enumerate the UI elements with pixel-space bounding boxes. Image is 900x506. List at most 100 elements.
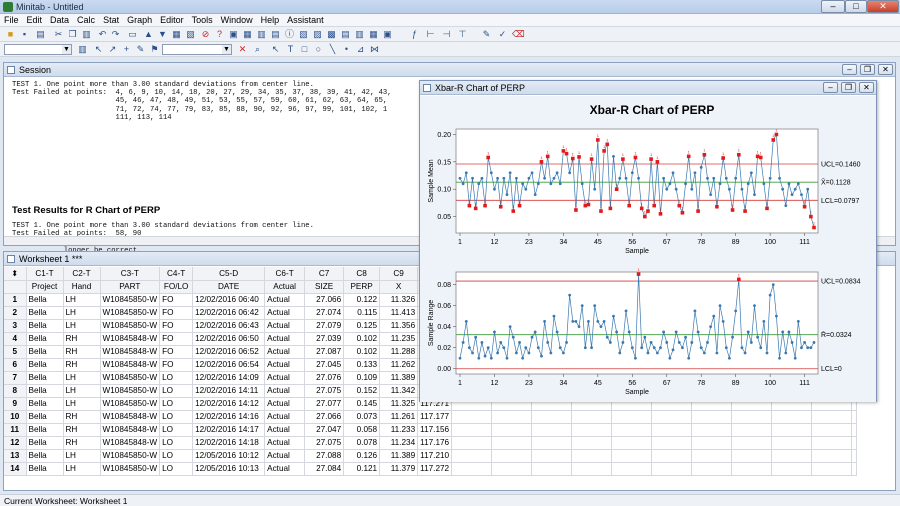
empty-cell[interactable]: [691, 436, 733, 450]
menu-stat[interactable]: Stat: [99, 14, 123, 25]
failed-point[interactable]: [765, 206, 769, 211]
menu-window[interactable]: Window: [217, 14, 257, 25]
failed-point[interactable]: [498, 204, 503, 209]
data-point[interactable]: [561, 351, 565, 355]
rectangle-tool-icon[interactable]: □: [299, 44, 310, 55]
data-point[interactable]: [684, 182, 687, 186]
cancel-icon[interactable]: ⊘: [200, 29, 211, 40]
session-window-icon[interactable]: ▣: [228, 29, 239, 40]
table-cell[interactable]: LH: [63, 384, 101, 398]
empty-cell[interactable]: [611, 462, 653, 476]
table-cell[interactable]: 12/02/2016 14:16: [192, 410, 266, 424]
table-cell[interactable]: 11.325: [379, 397, 419, 411]
data-point[interactable]: [549, 351, 553, 355]
data-point[interactable]: [781, 330, 785, 334]
data-point[interactable]: [693, 171, 697, 175]
arrow-tool-icon[interactable]: ↖: [270, 44, 281, 55]
empty-cell[interactable]: [691, 462, 733, 476]
table-cell[interactable]: Actual: [264, 384, 306, 398]
data-point[interactable]: [493, 187, 496, 191]
empty-cell[interactable]: [571, 423, 613, 437]
constants-icon[interactable]: ▦: [368, 29, 379, 40]
table-cell[interactable]: Actual: [264, 371, 306, 385]
data-point[interactable]: [702, 351, 706, 355]
table-cell[interactable]: 117.176: [417, 436, 453, 450]
data-point[interactable]: [521, 356, 525, 360]
empty-cell[interactable]: [491, 449, 533, 463]
data-point[interactable]: [612, 314, 615, 318]
empty-cell[interactable]: [611, 436, 653, 450]
data-point[interactable]: [530, 335, 534, 339]
table-cell[interactable]: 117.156: [417, 423, 453, 437]
data-point[interactable]: [536, 346, 540, 350]
failed-point[interactable]: [608, 206, 613, 211]
data-point[interactable]: [568, 171, 572, 175]
table-cell[interactable]: Bella: [26, 293, 64, 307]
table-cell[interactable]: LO: [159, 371, 194, 385]
data-point[interactable]: [496, 176, 499, 180]
table-cell[interactable]: 11.288: [379, 345, 419, 359]
menu-assistant[interactable]: Assistant: [283, 14, 328, 25]
toggle-icon[interactable]: ▥: [77, 44, 88, 55]
session-restore-button[interactable]: ❐: [860, 64, 875, 75]
data-point[interactable]: [790, 341, 794, 344]
row-number[interactable]: 12: [4, 436, 27, 450]
empty-cell[interactable]: [851, 449, 858, 463]
zoom-icon[interactable]: ⌕: [252, 44, 263, 55]
data-point[interactable]: [496, 351, 499, 355]
data-point[interactable]: [552, 176, 556, 180]
data-point[interactable]: [577, 325, 581, 329]
minimize-button[interactable]: –: [821, 0, 845, 13]
data-point[interactable]: [652, 346, 656, 350]
data-point[interactable]: [809, 346, 813, 350]
marker-tool-icon[interactable]: •: [341, 44, 352, 55]
table-cell[interactable]: Actual: [264, 319, 306, 333]
pencil-icon[interactable]: ✎: [135, 44, 146, 55]
empty-cell[interactable]: [451, 410, 493, 424]
table-cell[interactable]: 27.079: [304, 319, 345, 333]
table-cell[interactable]: W10845848-W: [100, 423, 161, 437]
empty-cell[interactable]: [491, 462, 533, 476]
row-number[interactable]: 3: [4, 319, 27, 333]
data-point[interactable]: [558, 182, 562, 186]
column-name[interactable]: FO/LO: [159, 280, 194, 294]
data-point[interactable]: [474, 335, 478, 339]
data-point[interactable]: [775, 314, 778, 318]
table-cell[interactable]: LO: [159, 410, 194, 424]
failed-point[interactable]: [686, 154, 691, 159]
polygon-tool-icon[interactable]: ⊿: [355, 44, 366, 55]
table-cell[interactable]: FO: [159, 332, 194, 346]
table-cell[interactable]: LH: [63, 397, 101, 411]
table-cell[interactable]: 11.342: [379, 384, 419, 398]
empty-cell[interactable]: [811, 449, 853, 463]
failed-point[interactable]: [702, 152, 707, 157]
data-point[interactable]: [518, 341, 521, 344]
failed-point[interactable]: [696, 209, 700, 213]
row-number[interactable]: 8: [4, 384, 27, 398]
table-cell[interactable]: 27.084: [304, 462, 345, 476]
failed-point[interactable]: [574, 208, 578, 212]
data-point[interactable]: [627, 330, 631, 334]
empty-cell[interactable]: [651, 436, 693, 450]
table-cell[interactable]: FO: [159, 319, 194, 333]
data-point[interactable]: [806, 346, 810, 350]
table-cell[interactable]: Bella: [26, 449, 64, 463]
failed-point[interactable]: [743, 209, 747, 213]
table-cell[interactable]: Bella: [26, 319, 64, 333]
table-cell[interactable]: LH: [63, 306, 101, 320]
arrow-up-icon[interactable]: ▲: [143, 29, 154, 40]
data-point[interactable]: [502, 346, 506, 350]
empty-cell[interactable]: [771, 436, 813, 450]
menu-edit[interactable]: Edit: [23, 14, 47, 25]
data-point[interactable]: [596, 320, 600, 323]
table-cell[interactable]: 0.122: [343, 293, 381, 307]
data-point[interactable]: [477, 182, 481, 186]
columns-icon[interactable]: ▥: [354, 29, 365, 40]
table-cell[interactable]: 0.078: [343, 436, 381, 450]
column-name[interactable]: PART: [100, 280, 161, 294]
table-cell[interactable]: RH: [63, 423, 101, 437]
empty-cell[interactable]: [731, 423, 773, 437]
fx-icon[interactable]: ƒ: [409, 29, 420, 40]
data-point[interactable]: [724, 346, 728, 350]
table-cell[interactable]: 27.045: [304, 358, 345, 372]
